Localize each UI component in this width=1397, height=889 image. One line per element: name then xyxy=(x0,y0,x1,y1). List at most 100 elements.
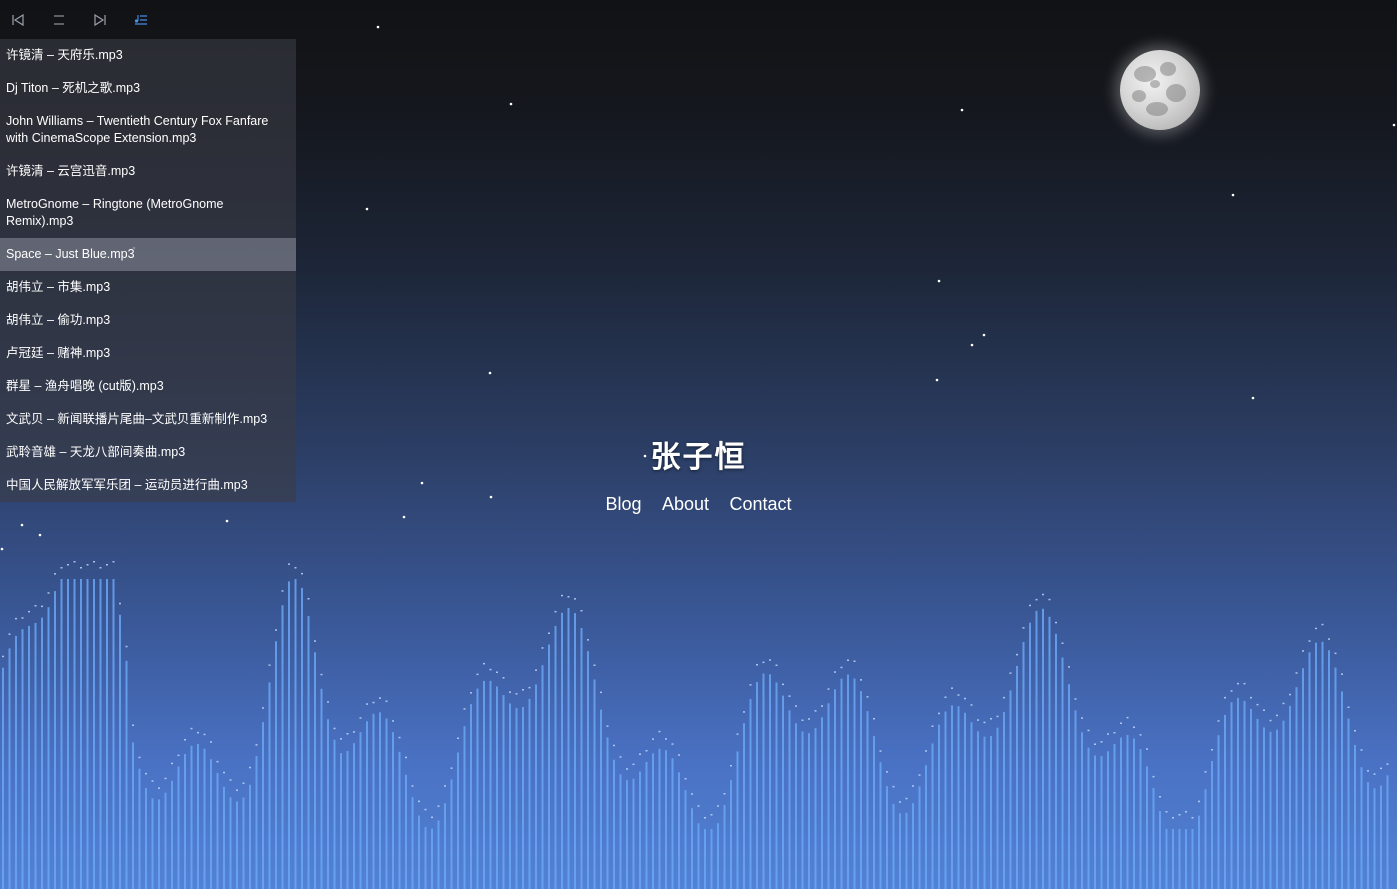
visualizer-cap xyxy=(99,567,102,569)
visualizer-bar xyxy=(1230,702,1233,889)
visualizer-cap xyxy=(1243,682,1246,685)
playlist-item[interactable]: John Williams – Twentieth Century Fox Fa… xyxy=(0,105,296,155)
visualizer-bar xyxy=(996,727,999,889)
visualizer-cap xyxy=(1334,652,1337,655)
visualizer-bar xyxy=(1120,737,1122,889)
visualizer-bar xyxy=(1133,738,1135,889)
visualizer-cap xyxy=(1003,696,1005,699)
visualizer-cap xyxy=(1029,604,1031,607)
visualizer-cap xyxy=(977,719,979,721)
visualizer-bar xyxy=(450,779,453,889)
moon-image xyxy=(1120,50,1200,130)
playlist-item[interactable]: MetroGnome – Ringtone (MetroGnome Remix)… xyxy=(0,188,296,238)
visualizer-cap xyxy=(918,774,921,776)
visualizer-bar xyxy=(405,774,407,889)
visualizer-bar xyxy=(515,708,518,889)
playlist-item[interactable]: 卢冠廷 – 赌神.mp3 xyxy=(0,337,296,370)
visualizer-cap xyxy=(1367,770,1369,772)
playlist-item-active[interactable]: Space – Just Blue.mp3 xyxy=(0,238,296,271)
visualizer-cap xyxy=(372,701,375,704)
nav-link-blog[interactable]: Blog xyxy=(605,494,641,514)
visualizer-cap xyxy=(203,733,206,736)
visualizer-bar xyxy=(717,823,719,889)
visualizer-bar xyxy=(951,705,953,889)
visualizer-bar xyxy=(886,786,888,889)
playlist-item[interactable]: 胡伟立 – 市集.mp3 xyxy=(0,271,296,304)
next-button[interactable] xyxy=(91,11,109,29)
visualizer-bar xyxy=(21,629,24,889)
visualizer-bar xyxy=(119,614,121,889)
visualizer-cap xyxy=(223,771,225,774)
visualizer-cap xyxy=(769,659,771,661)
visualizer-bar xyxy=(242,797,245,889)
playlist-item[interactable]: 许镜清 – 天府乐.mp3 xyxy=(0,39,296,72)
previous-button[interactable] xyxy=(9,11,27,29)
visualizer-bar xyxy=(1003,711,1005,889)
visualizer-cap xyxy=(392,720,394,722)
visualizer-bar xyxy=(931,743,934,889)
star xyxy=(0,547,4,551)
visualizer-bar xyxy=(340,753,342,889)
visualizer-bar xyxy=(301,587,303,889)
visualizer-cap xyxy=(879,750,882,752)
player-controls xyxy=(0,0,296,39)
visualizer-cap xyxy=(54,573,56,575)
visualizer-cap xyxy=(366,703,368,705)
pause-button[interactable] xyxy=(50,11,68,29)
visualizer-bar xyxy=(561,612,563,889)
visualizer-bar xyxy=(444,803,446,889)
playlist-item[interactable]: 群星 – 渔舟唱晚 (cut版).mp3 xyxy=(0,370,296,403)
visualizer-cap xyxy=(457,737,459,739)
visualizer-cap xyxy=(632,763,635,766)
visualizer-bar xyxy=(1373,788,1376,889)
star xyxy=(420,481,424,485)
star xyxy=(509,102,513,106)
visualizer-bar xyxy=(106,579,108,889)
visualizer-bar xyxy=(164,792,167,889)
visualizer-bar xyxy=(1016,665,1018,889)
nav-link-about[interactable]: About xyxy=(662,494,709,514)
visualizer-cap xyxy=(613,744,615,747)
visualizer-bar xyxy=(1380,785,1382,889)
visualizer-cap xyxy=(268,664,271,666)
visualizer-bar xyxy=(28,625,30,889)
visualizer-cap xyxy=(301,572,303,575)
playlist-item[interactable]: 胡伟立 – 偷功.mp3 xyxy=(0,304,296,337)
visualizer-cap xyxy=(1139,734,1142,736)
visualizer-bar xyxy=(1126,734,1129,889)
visualizer-cap xyxy=(840,666,843,669)
visualizer-bar xyxy=(197,743,199,889)
visualizer-cap xyxy=(697,805,700,807)
playlist-toggle-button[interactable] xyxy=(132,11,150,29)
visualizer-cap xyxy=(1094,743,1096,745)
visualizer-bar xyxy=(457,752,459,889)
visualizer-cap xyxy=(652,738,654,740)
visualizer-bar xyxy=(502,695,505,889)
playlist-item[interactable]: Dj Titon – 死机之歌.mp3 xyxy=(0,72,296,105)
visualizer-cap xyxy=(1074,698,1077,700)
visualizer-bar xyxy=(483,680,485,889)
visualizer-cap xyxy=(424,808,427,811)
visualizer-bar xyxy=(905,812,908,889)
visualizer-cap xyxy=(359,717,362,719)
visualizer-cap xyxy=(801,719,804,721)
playlist-icon xyxy=(134,14,147,25)
visualizer-bar xyxy=(346,751,349,889)
playlist-item[interactable]: 许镜清 – 云宫迅音.mp3 xyxy=(0,155,296,188)
visualizer-cap xyxy=(1159,796,1161,798)
visualizer-bar xyxy=(171,780,173,889)
visualizer-bar xyxy=(918,786,921,889)
next-icon xyxy=(94,13,106,26)
visualizer-bar xyxy=(1048,616,1051,889)
nav-link-contact[interactable]: Contact xyxy=(729,494,791,514)
visualizer-cap xyxy=(444,785,446,787)
visualizer-cap xyxy=(93,561,95,563)
site-title: 张子恒 xyxy=(650,440,747,475)
visualizer-bar xyxy=(8,648,11,889)
visualizer-cap xyxy=(1308,640,1311,642)
visualizer-cap xyxy=(762,661,765,664)
visualizer-cap xyxy=(983,721,986,724)
visualizer-bar xyxy=(587,651,589,889)
visualizer-bar xyxy=(385,718,388,889)
visualizer-cap xyxy=(1198,800,1200,803)
